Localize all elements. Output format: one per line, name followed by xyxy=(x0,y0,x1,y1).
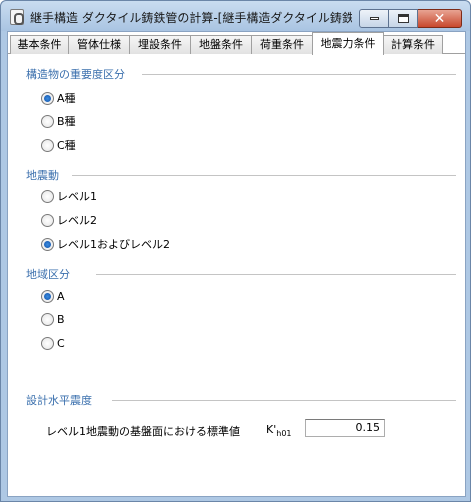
tab-load-conditions[interactable]: 荷重条件 xyxy=(251,35,313,54)
radio-label: レベル1およびレベル2 xyxy=(57,238,170,251)
close-icon: ✕ xyxy=(433,10,446,27)
maximize-icon xyxy=(397,14,409,23)
importance-group-title: 構造物の重要度区分 xyxy=(26,68,125,81)
app-icon[interactable] xyxy=(10,9,24,25)
kh01-value-input[interactable]: 0.15 xyxy=(305,419,385,437)
tab-seismic-conditions[interactable]: 地震力条件 xyxy=(312,32,384,55)
radio-button[interactable] xyxy=(41,138,54,152)
radio-button[interactable] xyxy=(41,114,54,128)
design-group-divider xyxy=(112,400,456,401)
tab-ground-conditions[interactable]: 地盤条件 xyxy=(190,35,252,54)
region-option-b[interactable]: B xyxy=(41,311,65,327)
tab-basic-conditions[interactable]: 基本条件 xyxy=(10,35,69,54)
importance-option-b[interactable]: B種 xyxy=(41,113,76,129)
region-option-c[interactable]: C xyxy=(41,335,65,351)
client-area: 基本条件 管体仕様 埋設条件 地盤条件 荷重条件 地震力条件 計算条件 構造物の… xyxy=(7,31,466,497)
radio-label: B xyxy=(57,312,65,326)
maximize-button[interactable] xyxy=(389,9,418,28)
radio-label: B種 xyxy=(57,115,76,128)
importance-group-divider xyxy=(142,74,456,75)
tab-strip: 基本条件 管体仕様 埋設条件 地盤条件 荷重条件 地震力条件 計算条件 xyxy=(8,32,465,55)
radio-button[interactable] xyxy=(41,189,54,203)
seismic-group-title: 地震動 xyxy=(26,169,59,182)
minimize-button[interactable] xyxy=(359,9,389,28)
radio-button[interactable] xyxy=(41,336,54,350)
seismic-option-both[interactable]: レベル1およびレベル2 xyxy=(41,236,170,252)
symbol-sub: h01 xyxy=(276,429,292,439)
radio-button[interactable] xyxy=(41,91,54,105)
close-button[interactable]: ✕ xyxy=(418,9,462,28)
tab-calc-conditions[interactable]: 計算条件 xyxy=(383,35,443,54)
radio-label: A xyxy=(57,289,65,303)
tab-pipe-spec[interactable]: 管体仕様 xyxy=(68,35,130,54)
radio-label: C種 xyxy=(57,139,76,152)
radio-button[interactable] xyxy=(41,237,54,251)
region-group-title: 地域区分 xyxy=(26,268,70,281)
region-group-divider xyxy=(96,274,456,275)
title-bar[interactable]: 継手構造 ダクタイル鋳鉄管の計算-[継手構造ダクタイル鋳鉄管の... ✕ xyxy=(1,1,470,31)
radio-button[interactable] xyxy=(41,289,54,303)
seismic-option-level2[interactable]: レベル2 xyxy=(41,212,97,228)
seismic-conditions-panel: 構造物の重要度区分 A種 B種 C種 地震動 レベル1 レベル2 レベル1および… xyxy=(8,54,465,496)
radio-button[interactable] xyxy=(41,213,54,227)
radio-label: C xyxy=(57,336,65,350)
minimize-icon xyxy=(369,17,379,20)
app-window: 継手構造 ダクタイル鋳鉄管の計算-[継手構造ダクタイル鋳鉄管の... ✕ 基本条… xyxy=(0,0,471,502)
kh01-symbol: K'h01 xyxy=(266,423,292,438)
window-title: 継手構造 ダクタイル鋳鉄管の計算-[継手構造ダクタイル鋳鉄管の... xyxy=(30,11,352,25)
importance-option-a[interactable]: A種 xyxy=(41,90,76,106)
symbol-main: K' xyxy=(266,423,277,436)
region-option-a[interactable]: A xyxy=(41,288,65,304)
radio-button[interactable] xyxy=(41,312,54,326)
design-group-title: 設計水平震度 xyxy=(26,394,92,407)
seismic-option-level1[interactable]: レベル1 xyxy=(41,188,97,204)
radio-label: レベル2 xyxy=(57,214,97,227)
standard-value-label: レベル1地震動の基盤面における標準値 xyxy=(46,425,240,438)
seismic-group-divider xyxy=(72,175,456,176)
tab-burial-conditions[interactable]: 埋設条件 xyxy=(129,35,191,54)
radio-label: レベル1 xyxy=(57,190,97,203)
importance-option-c[interactable]: C種 xyxy=(41,137,76,153)
radio-label: A種 xyxy=(57,92,76,105)
